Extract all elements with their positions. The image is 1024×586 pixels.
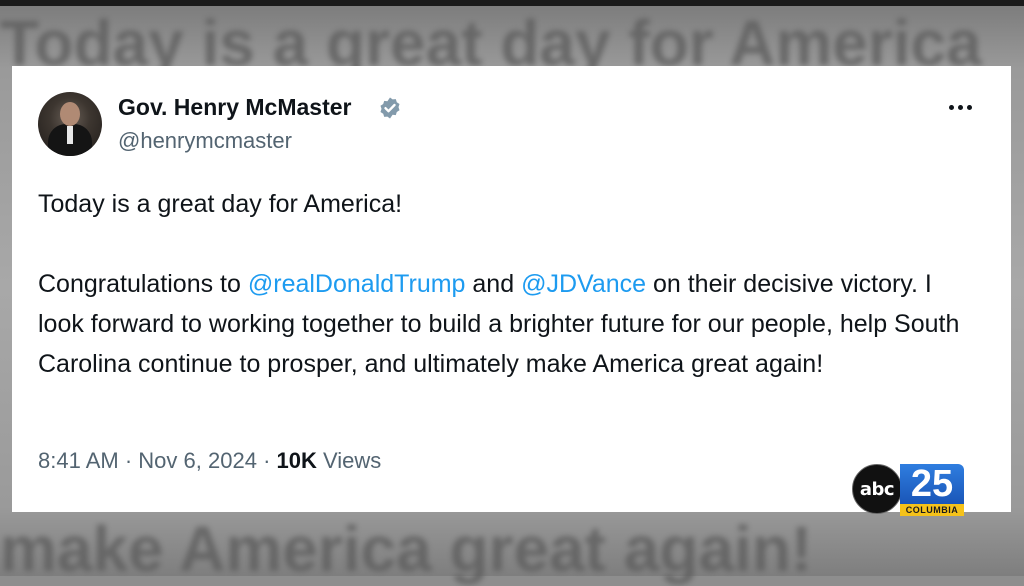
meta-separator: · bbox=[124, 448, 133, 473]
channel-number: 25 bbox=[900, 464, 964, 504]
tweet-card: Gov. Henry McMaster @henrymcmaster Today… bbox=[12, 66, 1011, 512]
para2-prefix: Congratulations to bbox=[38, 270, 248, 298]
author-name[interactable]: Gov. Henry McMaster bbox=[118, 94, 351, 121]
avatar-head bbox=[60, 102, 80, 126]
avatar[interactable] bbox=[38, 92, 102, 156]
more-options-icon[interactable] bbox=[942, 94, 978, 120]
meta-separator: · bbox=[263, 448, 271, 473]
more-dot bbox=[966, 104, 972, 110]
para2-and: and bbox=[465, 270, 522, 298]
station-logo: abc 25 COLUMBIA bbox=[852, 462, 968, 516]
mention-link-jdvance[interactable]: @JDVance bbox=[521, 270, 646, 298]
tweet-paragraph-2: Congratulations to @realDonaldTrump and … bbox=[38, 264, 978, 384]
tweet-line-1: Today is a great day for America! bbox=[38, 190, 403, 218]
views-count[interactable]: 10K bbox=[277, 448, 317, 473]
avatar-shirt bbox=[67, 126, 73, 144]
views-label: Views bbox=[323, 448, 382, 473]
station-city: COLUMBIA bbox=[900, 504, 964, 516]
verified-badge-icon bbox=[380, 97, 400, 119]
tweet-meta: 8:41 AM · Nov 6, 2024 · 10K Views bbox=[38, 448, 381, 474]
more-dot bbox=[957, 104, 963, 110]
more-dot bbox=[948, 104, 954, 110]
background-text-bottom: make America great again! bbox=[0, 513, 813, 585]
mention-link-realdonaldtrump[interactable]: @realDonaldTrump bbox=[248, 270, 466, 298]
tweet-time[interactable]: 8:41 AM bbox=[38, 448, 119, 473]
tweet-date[interactable]: Nov 6, 2024 bbox=[138, 448, 257, 473]
tweet-text: Today is a great day for America! Congra… bbox=[38, 184, 978, 384]
author-handle[interactable]: @henrymcmaster bbox=[118, 128, 292, 154]
abc-network-logo: abc bbox=[852, 464, 902, 514]
